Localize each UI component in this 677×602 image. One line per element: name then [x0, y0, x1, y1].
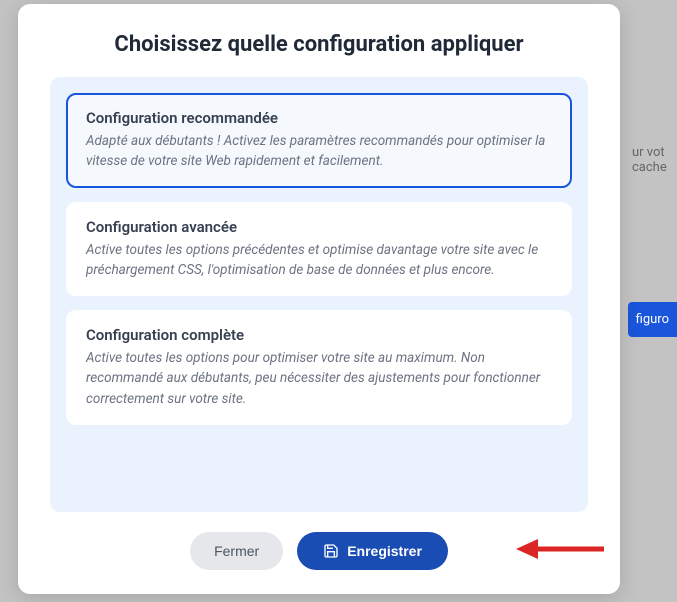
option-title: Configuration avancée: [86, 218, 552, 236]
modal-title: Choisissez quelle configuration applique…: [50, 32, 588, 57]
option-description: Active toutes les options précédentes et…: [86, 240, 552, 281]
options-container: Configuration recommandée Adapté aux déb…: [50, 77, 588, 512]
save-button[interactable]: Enregistrer: [297, 532, 448, 570]
option-description: Adapté aux débutants ! Activez les param…: [86, 131, 552, 172]
close-button[interactable]: Fermer: [190, 532, 283, 570]
modal-footer: Fermer Enregistrer: [50, 532, 588, 570]
save-icon: [323, 543, 339, 559]
option-title: Configuration complète: [86, 326, 552, 344]
save-button-label: Enregistrer: [347, 543, 422, 559]
option-advanced[interactable]: Configuration avancée Active toutes les …: [66, 202, 572, 297]
background-button-fragment: figuro: [628, 302, 677, 337]
option-recommended[interactable]: Configuration recommandée Adapté aux déb…: [66, 93, 572, 188]
configuration-modal: Choisissez quelle configuration applique…: [18, 4, 620, 594]
background-text-fragment: ur vot cache: [627, 140, 677, 200]
option-description: Active toutes les options pour optimiser…: [86, 348, 552, 409]
option-complete[interactable]: Configuration complète Active toutes les…: [66, 310, 572, 425]
option-title: Configuration recommandée: [86, 109, 552, 127]
arrow-annotation-icon: [516, 536, 606, 566]
